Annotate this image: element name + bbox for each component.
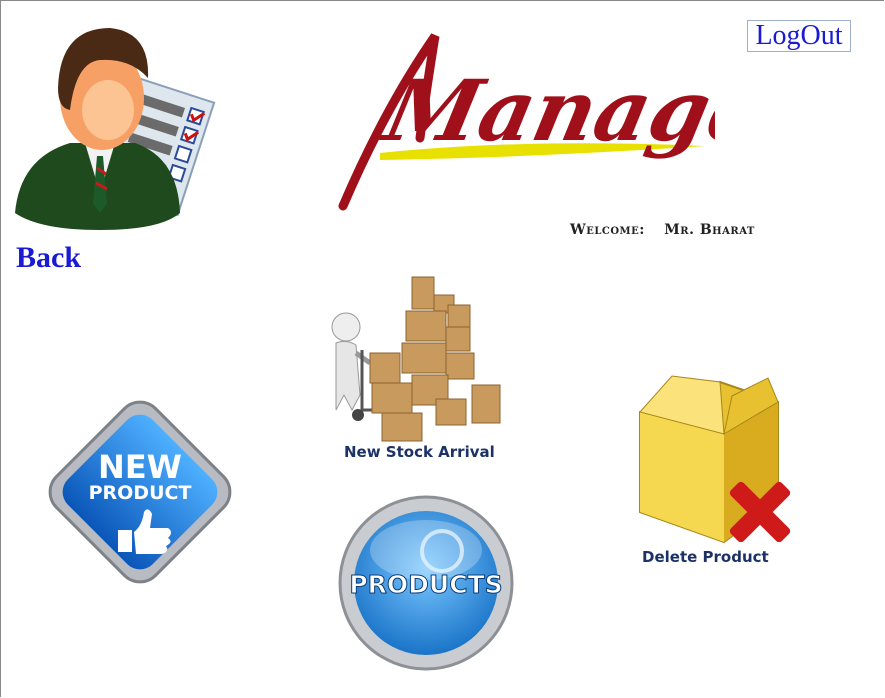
logo-text: Manager (374, 62, 715, 161)
new-product-line1: NEW (98, 448, 182, 486)
new-stock-arrival-label: New Stock Arrival (344, 443, 495, 461)
products-circle-icon: PRODUCTS (338, 495, 514, 671)
logout-link[interactable]: LogOut (747, 20, 851, 52)
delete-product-button[interactable]: Delete Product (632, 372, 812, 572)
delete-product-label: Delete Product (642, 548, 769, 566)
delete-box-icon (639, 375, 791, 544)
new-stock-arrival-button[interactable]: New Stock Arrival (322, 275, 502, 465)
welcome-message: Welcome: Mr. Bharat (570, 222, 755, 238)
new-product-badge-icon: NEW PRODUCT (48, 400, 232, 584)
welcome-label: Welcome: (570, 222, 645, 238)
stock-boxes-icon (331, 276, 501, 442)
products-button[interactable]: PRODUCTS (338, 495, 514, 671)
manager-logo: Manager (338, 33, 715, 211)
manager-avatar-icon (15, 28, 216, 230)
back-link[interactable]: Back (16, 240, 81, 276)
welcome-user: Mr. Bharat (664, 222, 755, 238)
products-label: PRODUCTS (349, 570, 502, 599)
new-product-button[interactable]: NEW PRODUCT (40, 392, 240, 592)
new-product-line2: PRODUCT (89, 482, 192, 504)
